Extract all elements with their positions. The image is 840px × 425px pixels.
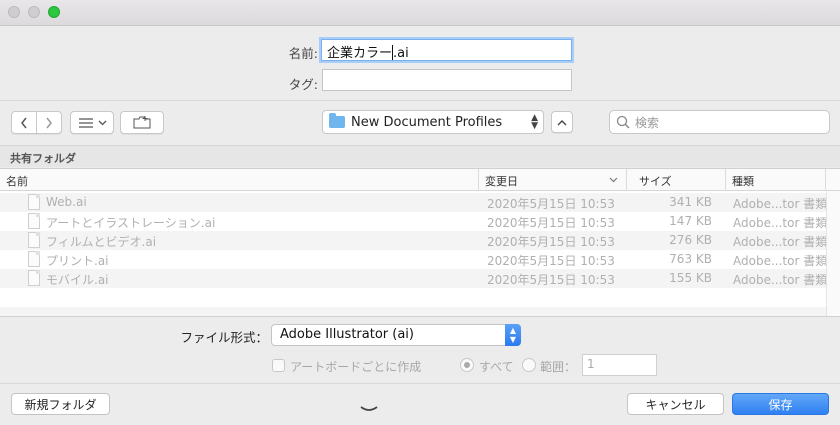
shared-folder-header: 共有フォルダ	[0, 145, 840, 167]
search-field[interactable]: 検索	[609, 110, 830, 134]
back-button[interactable]	[11, 111, 37, 134]
location-label: New Document Profiles	[351, 114, 503, 130]
range-label: 範囲：	[540, 360, 577, 374]
filename-extension: .ai	[393, 46, 409, 61]
forward-button[interactable]	[36, 111, 62, 134]
file-kind: Adobe...tor 書類	[733, 254, 828, 268]
file-modified: 2020年5月15日 10:53	[487, 235, 615, 249]
file-modified: 2020年5月15日 10:53	[487, 254, 615, 268]
file-name: モバイル.ai	[46, 273, 109, 287]
chevron-left-icon	[21, 117, 27, 128]
document-icon	[28, 270, 40, 286]
column-size[interactable]: サイズ	[627, 169, 726, 191]
scrollbar[interactable]	[826, 191, 840, 317]
file-format-select[interactable]: Adobe Illustrator (ai) ▲ ▼	[271, 324, 521, 346]
chevron-right-icon	[46, 117, 52, 128]
location-popup[interactable]: New Document Profiles ▲ ▼	[322, 110, 544, 134]
expand-collapse-button[interactable]	[551, 111, 573, 133]
new-folder-toolbar-button[interactable]	[120, 111, 164, 134]
file-kind: Adobe...tor 書類	[733, 273, 828, 287]
range-input[interactable]: 1	[582, 354, 657, 376]
table-row[interactable]: フィルムとビデオ.ai 2020年5月15日 10:53 276 KB Adobe..…	[0, 231, 840, 250]
tags-label: タグ:	[288, 77, 318, 92]
file-modified: 2020年5月15日 10:53	[487, 273, 615, 287]
close-window-button[interactable]	[8, 6, 20, 18]
file-name: アートとイラストレーション.ai	[46, 216, 216, 230]
all-radio[interactable]	[460, 358, 474, 372]
file-name: プリント.ai	[46, 254, 109, 268]
new-folder-icon	[133, 116, 151, 129]
range-radio[interactable]	[522, 358, 536, 372]
search-placeholder: 検索	[635, 115, 660, 130]
search-icon	[616, 115, 630, 129]
cancel-button[interactable]: キャンセル	[627, 393, 724, 415]
column-modified[interactable]: 変更日	[479, 169, 627, 191]
table-row[interactable]: プリント.ai 2020年5月15日 10:53 763 KB Adobe...tor…	[0, 250, 840, 269]
list-view-icon	[78, 117, 93, 128]
updown-icon: ▲ ▼	[531, 113, 538, 131]
document-icon	[28, 251, 40, 267]
file-size: 147 KB	[669, 214, 712, 228]
collapse-chevron-icon[interactable]	[360, 405, 378, 415]
folder-icon	[329, 113, 345, 128]
filename-text: 企業カラー	[327, 46, 393, 61]
updown-icon: ▲ ▼	[505, 324, 521, 346]
document-icon	[28, 232, 40, 248]
file-modified: 2020年5月15日 10:53	[487, 216, 615, 230]
filename-input[interactable]: 企業カラー.ai	[321, 39, 572, 61]
save-options: ファイル形式： Adobe Illustrator (ai) ▲ ▼ アートボード…	[0, 316, 840, 425]
table-row[interactable]: アートとイラストレーション.ai 2020年5月15日 10:53 147 KB Ad…	[0, 212, 840, 231]
chevron-up-icon	[557, 119, 567, 125]
column-name[interactable]: 名前	[0, 169, 479, 191]
format-label: ファイル形式：	[180, 330, 268, 345]
file-size: 155 KB	[669, 271, 712, 285]
sort-chevron-icon	[609, 177, 618, 183]
file-size: 763 KB	[669, 252, 712, 266]
table-header: 名前 変更日 サイズ 種類	[0, 169, 840, 191]
document-icon	[28, 194, 40, 210]
artboards-label: アートボードごとに作成	[290, 360, 422, 374]
file-list: 名前 変更日 サイズ 種類 Web.ai 2020年5月15日 10:53 341 …	[0, 168, 840, 326]
file-size: 341 KB	[669, 195, 712, 209]
file-modified: 2020年5月15日 10:53	[487, 197, 615, 211]
file-size: 276 KB	[669, 233, 712, 247]
minimize-window-button[interactable]	[28, 6, 40, 18]
view-options-button[interactable]	[70, 111, 114, 134]
document-icon	[28, 213, 40, 229]
all-label: すべて	[479, 360, 514, 374]
file-name: Web.ai	[46, 195, 87, 209]
new-folder-button[interactable]: 新規フォルダ	[11, 393, 110, 415]
file-kind: Adobe...tor 書類	[733, 197, 828, 211]
column-kind[interactable]: 種類	[726, 169, 826, 191]
file-kind: Adobe...tor 書類	[733, 235, 828, 249]
name-label: 名前:	[288, 46, 318, 61]
column-modified-label: 変更日	[485, 175, 518, 188]
divider	[0, 383, 840, 384]
chevron-down-icon	[98, 120, 106, 125]
save-button[interactable]: 保存	[732, 393, 829, 415]
zoom-window-button[interactable]	[48, 6, 60, 18]
file-name: フィルムとビデオ.ai	[46, 235, 157, 249]
table-row[interactable]: Web.ai 2020年5月15日 10:53 341 KB Adobe...tor …	[0, 193, 840, 212]
window-titlebar	[0, 0, 840, 26]
file-kind: Adobe...tor 書類	[733, 216, 828, 230]
browser-toolbar: New Document Profiles ▲ ▼ 検索	[0, 100, 840, 144]
artboards-checkbox[interactable]	[272, 359, 285, 372]
file-format-value: Adobe Illustrator (ai)	[280, 327, 414, 342]
tags-input[interactable]	[322, 69, 572, 91]
save-as-panel: 名前: 企業カラー.ai タグ:	[0, 26, 840, 100]
table-row[interactable]: モバイル.ai 2020年5月15日 10:53 155 KB Adobe...tor…	[0, 269, 840, 288]
